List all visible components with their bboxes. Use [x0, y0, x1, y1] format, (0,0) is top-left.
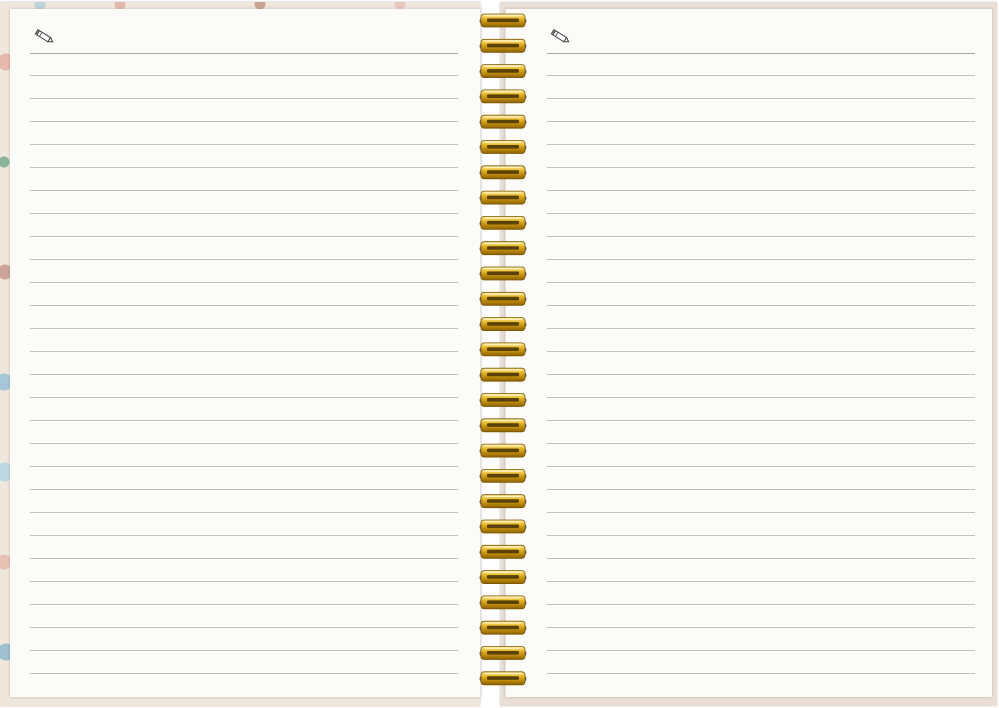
spiral-ring: [479, 519, 527, 534]
rule-line: [30, 535, 458, 536]
pencil-icon: [34, 29, 56, 45]
spiral-ring: [479, 671, 527, 686]
rule-line: [30, 673, 458, 674]
rule-line: [30, 466, 458, 467]
rule-line: [547, 351, 975, 352]
rule-line: [547, 144, 975, 145]
rule-line: [30, 121, 458, 122]
rule-line: [30, 397, 458, 398]
spiral-ring: [479, 468, 527, 483]
rule-line: [547, 397, 975, 398]
spiral-ring: [479, 114, 527, 129]
pencil-icon: [550, 29, 572, 45]
rule-line: [30, 190, 458, 191]
rule-line: [547, 650, 975, 651]
rule-line: [30, 374, 458, 375]
rule-line: [547, 213, 975, 214]
rule-line: [547, 259, 975, 260]
spiral-ring: [479, 342, 527, 357]
spiral-ring: [479, 266, 527, 281]
spiral-ring: [479, 64, 527, 78]
rule-line: [30, 144, 458, 145]
spiral-ring: [479, 38, 527, 53]
spiral-ring: [479, 291, 527, 306]
rule-line: [547, 443, 975, 444]
spiral-ring: [479, 494, 527, 509]
spiral-ring: [479, 140, 527, 154]
spiral-ring: [479, 13, 527, 28]
header-line: [30, 53, 458, 54]
spiral-ring: [479, 367, 527, 382]
rule-line: [30, 167, 458, 168]
rule-line: [547, 558, 975, 559]
rule-line: [30, 443, 458, 444]
left-page: [10, 9, 481, 697]
spiral-ring: [479, 393, 527, 407]
spiral-ring: [479, 544, 527, 559]
rule-line: [30, 351, 458, 352]
rule-line: [547, 673, 975, 674]
rule-line: [30, 604, 458, 605]
rule-line: [547, 466, 975, 467]
rule-line: [547, 581, 975, 582]
rule-line: [30, 282, 458, 283]
rule-line: [30, 581, 458, 582]
spiral-ring: [479, 646, 527, 660]
rule-line: [30, 328, 458, 329]
rule-line: [547, 282, 975, 283]
spiral-ring: [479, 165, 527, 180]
header-line: [547, 53, 975, 54]
notebook-spread: [0, 0, 999, 708]
spiral-ring: [479, 89, 527, 104]
spiral-ring: [479, 570, 527, 584]
spiral-binding: [478, 10, 528, 700]
rule-line: [547, 167, 975, 168]
rule-line: [30, 558, 458, 559]
spiral-ring: [479, 241, 527, 256]
rule-line: [547, 512, 975, 513]
rule-line: [547, 604, 975, 605]
rule-line: [30, 75, 458, 76]
right-page: [505, 9, 992, 697]
rule-line: [30, 512, 458, 513]
rule-line: [547, 98, 975, 99]
rule-line: [30, 213, 458, 214]
spiral-ring: [479, 418, 527, 433]
rule-line: [30, 489, 458, 490]
spiral-ring: [479, 215, 527, 230]
rule-line: [547, 420, 975, 421]
rule-line: [547, 535, 975, 536]
rule-line: [30, 98, 458, 99]
rule-line: [547, 190, 975, 191]
rule-line: [30, 420, 458, 421]
rule-line: [547, 489, 975, 490]
rule-line: [547, 374, 975, 375]
rule-line: [547, 121, 975, 122]
rule-line: [30, 627, 458, 628]
spiral-ring: [479, 190, 527, 205]
rule-line: [547, 627, 975, 628]
rule-line: [547, 75, 975, 76]
rule-line: [30, 259, 458, 260]
rule-line: [547, 328, 975, 329]
spiral-ring: [479, 317, 527, 332]
spiral-ring: [479, 595, 527, 610]
rule-line: [30, 236, 458, 237]
rule-line: [547, 305, 975, 306]
rule-line: [30, 650, 458, 651]
spiral-ring: [479, 620, 527, 635]
rule-line: [30, 305, 458, 306]
rule-line: [547, 236, 975, 237]
spiral-ring: [479, 443, 527, 458]
